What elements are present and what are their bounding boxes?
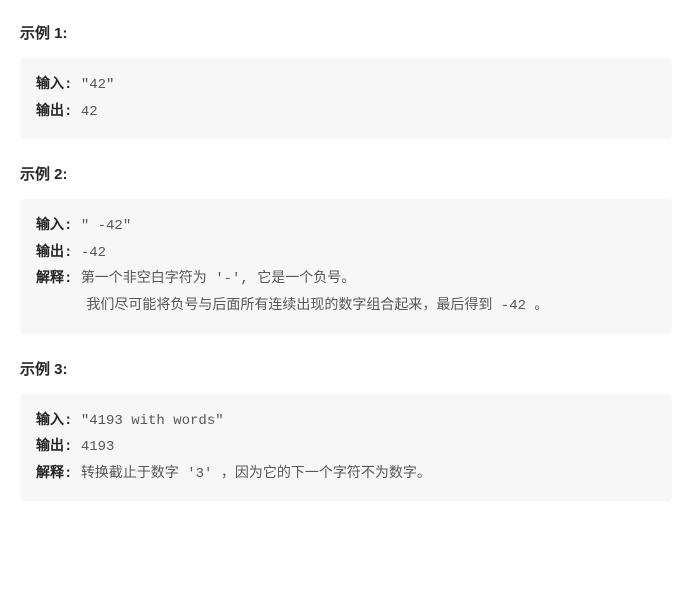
example-3-input-row: 输入: "4193 with words"	[36, 408, 656, 435]
example-2-input-row: 输入: " -42"	[36, 213, 656, 240]
example-1-heading: 示例 1:	[20, 22, 672, 46]
output-value: 4193	[81, 439, 115, 455]
example-2-heading: 示例 2:	[20, 163, 672, 187]
example-2-explain-row1: 解释: 第一个非空白字符为 '-', 它是一个负号。	[36, 266, 656, 293]
example-2-output-row: 输出: -42	[36, 240, 656, 267]
input-value: " -42"	[81, 218, 131, 234]
input-label: 输入:	[36, 218, 81, 234]
explain-label: 解释:	[36, 271, 81, 287]
example-2-block: 输入: " -42" 输出: -42 解释: 第一个非空白字符为 '-', 它是…	[20, 199, 672, 333]
input-value: "42"	[81, 77, 115, 93]
explain-text-2: 我们尽可能将负号与后面所有连续出现的数字组合起来，最后得到 -42 。	[36, 293, 548, 320]
explain-text: 转换截止于数字 '3' ，因为它的下一个字符不为数字。	[81, 466, 431, 482]
output-label: 输出:	[36, 245, 81, 261]
input-value: "4193 with words"	[81, 413, 224, 429]
example-3-explain-row: 解释: 转换截止于数字 '3' ，因为它的下一个字符不为数字。	[36, 461, 656, 488]
output-value: 42	[81, 104, 98, 120]
output-label: 输出:	[36, 439, 81, 455]
example-1-block: 输入: "42" 输出: 42	[20, 58, 672, 139]
example-3-output-row: 输出: 4193	[36, 434, 656, 461]
input-label: 输入:	[36, 77, 81, 93]
example-3-block: 输入: "4193 with words" 输出: 4193 解释: 转换截止于…	[20, 394, 672, 502]
output-value: -42	[81, 245, 106, 261]
input-label: 输入:	[36, 413, 81, 429]
output-label: 输出:	[36, 104, 81, 120]
example-1-input-row: 输入: "42"	[36, 72, 656, 99]
example-1-output-row: 输出: 42	[36, 99, 656, 126]
example-3-heading: 示例 3:	[20, 358, 672, 382]
example-2-explain-row2: 我们尽可能将负号与后面所有连续出现的数字组合起来，最后得到 -42 。	[36, 293, 656, 320]
explain-text-1: 第一个非空白字符为 '-', 它是一个负号。	[81, 271, 355, 287]
explain-label: 解释:	[36, 466, 81, 482]
